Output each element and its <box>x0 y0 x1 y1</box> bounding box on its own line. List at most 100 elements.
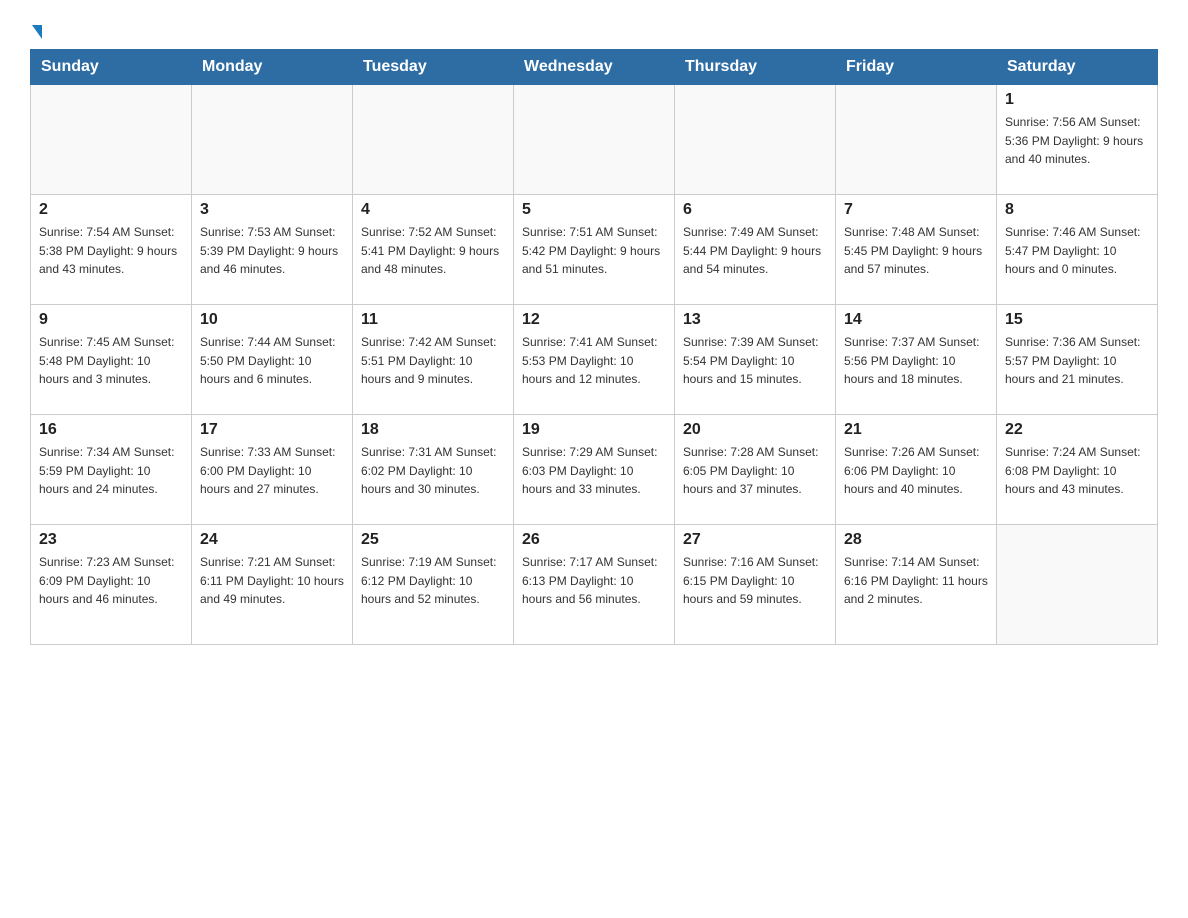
calendar-cell: 10Sunrise: 7:44 AM Sunset: 5:50 PM Dayli… <box>192 305 353 415</box>
day-info: Sunrise: 7:39 AM Sunset: 5:54 PM Dayligh… <box>683 333 827 389</box>
calendar-cell: 28 Sunrise: 7:14 AM Sunset: 6:16 PM Dayli… <box>836 525 997 645</box>
calendar-cell <box>836 85 997 195</box>
day-number: 28 <box>844 531 988 549</box>
logo-arrow-icon <box>32 25 42 39</box>
calendar-cell: 5 Sunrise: 7:51 AM Sunset: 5:42 PM Daylig… <box>514 195 675 305</box>
calendar-cell: 13 Sunrise: 7:39 AM Sunset: 5:54 PM Dayli… <box>675 305 836 415</box>
day-number: 7 <box>844 201 988 219</box>
calendar-cell: 26 Sunrise: 7:17 AM Sunset: 6:13 PM Dayli… <box>514 525 675 645</box>
day-info: Sunrise: 7:26 AM Sunset: 6:06 PM Dayligh… <box>844 443 988 499</box>
calendar-week-2: 2 Sunrise: 7:54 AM Sunset: 5:38 PM Daylig… <box>31 195 1158 305</box>
day-info: Sunrise: 7:28 AM Sunset: 6:05 PM Dayligh… <box>683 443 827 499</box>
calendar-cell <box>514 85 675 195</box>
calendar-cell: 15 Sunrise: 7:36 AM Sunset: 5:57 PM Dayli… <box>997 305 1158 415</box>
calendar-cell: 1 Sunrise: 7:56 AM Sunset: 5:36 PM Daylig… <box>997 85 1158 195</box>
day-info: Sunrise: 7:29 AM Sunset: 6:03 PM Dayligh… <box>522 443 666 499</box>
calendar-cell: 7 Sunrise: 7:48 AM Sunset: 5:45 PM Daylig… <box>836 195 997 305</box>
calendar-cell: 18 Sunrise: 7:31 AM Sunset: 6:02 PM Dayli… <box>353 415 514 525</box>
day-number: 9 <box>39 311 183 329</box>
day-info: Sunrise: 7:23 AM Sunset: 6:09 PM Dayligh… <box>39 553 183 609</box>
day-info: Sunrise: 7:24 AM Sunset: 6:08 PM Dayligh… <box>1005 443 1149 499</box>
day-number: 19 <box>522 421 666 439</box>
day-number: 15 <box>1005 311 1149 329</box>
day-number: 2 <box>39 201 183 219</box>
day-number: 24 <box>200 531 344 549</box>
day-info: Sunrise: 7:49 AM Sunset: 5:44 PM Dayligh… <box>683 223 827 279</box>
day-info: Sunrise: 7:34 AM Sunset: 5:59 PM Dayligh… <box>39 443 183 499</box>
calendar-cell: 17 Sunrise: 7:33 AM Sunset: 6:00 PM Dayli… <box>192 415 353 525</box>
calendar-cell <box>192 85 353 195</box>
calendar-cell <box>675 85 836 195</box>
day-number: 26 <box>522 531 666 549</box>
weekday-header-saturday: Saturday <box>997 50 1158 85</box>
day-info: Sunrise: 7:56 AM Sunset: 5:36 PM Dayligh… <box>1005 113 1149 169</box>
day-info: Sunrise: 7:21 AM Sunset: 6:11 PM Dayligh… <box>200 553 344 609</box>
calendar-cell: 19 Sunrise: 7:29 AM Sunset: 6:03 PM Dayli… <box>514 415 675 525</box>
day-number: 3 <box>200 201 344 219</box>
day-number: 10 <box>200 311 344 329</box>
calendar-cell: 11Sunrise: 7:42 AM Sunset: 5:51 PM Dayli… <box>353 305 514 415</box>
day-info: Sunrise: 7:41 AM Sunset: 5:53 PM Dayligh… <box>522 333 666 389</box>
calendar-week-4: 16Sunrise: 7:34 AM Sunset: 5:59 PM Dayli… <box>31 415 1158 525</box>
day-info: Sunrise: 7:48 AM Sunset: 5:45 PM Dayligh… <box>844 223 988 279</box>
calendar-cell: 25Sunrise: 7:19 AM Sunset: 6:12 PM Dayli… <box>353 525 514 645</box>
calendar-cell <box>353 85 514 195</box>
day-number: 18 <box>361 421 505 439</box>
day-info: Sunrise: 7:46 AM Sunset: 5:47 PM Dayligh… <box>1005 223 1149 279</box>
day-number: 17 <box>200 421 344 439</box>
day-info: Sunrise: 7:17 AM Sunset: 6:13 PM Dayligh… <box>522 553 666 609</box>
day-info: Sunrise: 7:52 AM Sunset: 5:41 PM Dayligh… <box>361 223 505 279</box>
weekday-header-wednesday: Wednesday <box>514 50 675 85</box>
day-number: 23 <box>39 531 183 549</box>
calendar-cell: 9 Sunrise: 7:45 AM Sunset: 5:48 PM Daylig… <box>31 305 192 415</box>
day-info: Sunrise: 7:16 AM Sunset: 6:15 PM Dayligh… <box>683 553 827 609</box>
calendar-cell: 21 Sunrise: 7:26 AM Sunset: 6:06 PM Dayli… <box>836 415 997 525</box>
calendar-cell: 2 Sunrise: 7:54 AM Sunset: 5:38 PM Daylig… <box>31 195 192 305</box>
calendar-cell <box>997 525 1158 645</box>
day-number: 4 <box>361 201 505 219</box>
calendar-week-5: 23 Sunrise: 7:23 AM Sunset: 6:09 PM Dayli… <box>31 525 1158 645</box>
calendar-cell: 22Sunrise: 7:24 AM Sunset: 6:08 PM Dayli… <box>997 415 1158 525</box>
day-info: Sunrise: 7:33 AM Sunset: 6:00 PM Dayligh… <box>200 443 344 499</box>
day-info: Sunrise: 7:54 AM Sunset: 5:38 PM Dayligh… <box>39 223 183 279</box>
weekday-header-row: SundayMondayTuesdayWednesdayThursdayFrid… <box>31 50 1158 85</box>
page-header <box>30 20 1158 39</box>
day-info: Sunrise: 7:14 AM Sunset: 6:16 PM Dayligh… <box>844 553 988 609</box>
weekday-header-friday: Friday <box>836 50 997 85</box>
day-number: 1 <box>1005 91 1149 109</box>
calendar-cell: 14 Sunrise: 7:37 AM Sunset: 5:56 PM Dayli… <box>836 305 997 415</box>
day-number: 14 <box>844 311 988 329</box>
calendar-cell: 4 Sunrise: 7:52 AM Sunset: 5:41 PM Daylig… <box>353 195 514 305</box>
day-info: Sunrise: 7:51 AM Sunset: 5:42 PM Dayligh… <box>522 223 666 279</box>
day-number: 13 <box>683 311 827 329</box>
day-number: 12 <box>522 311 666 329</box>
calendar-week-1: 1 Sunrise: 7:56 AM Sunset: 5:36 PM Daylig… <box>31 85 1158 195</box>
logo <box>30 25 42 39</box>
day-number: 6 <box>683 201 827 219</box>
day-info: Sunrise: 7:36 AM Sunset: 5:57 PM Dayligh… <box>1005 333 1149 389</box>
day-number: 20 <box>683 421 827 439</box>
calendar-cell: 8 Sunrise: 7:46 AM Sunset: 5:47 PM Daylig… <box>997 195 1158 305</box>
weekday-header-sunday: Sunday <box>31 50 192 85</box>
calendar-cell: 12 Sunrise: 7:41 AM Sunset: 5:53 PM Dayli… <box>514 305 675 415</box>
calendar-cell <box>31 85 192 195</box>
calendar-cell: 23 Sunrise: 7:23 AM Sunset: 6:09 PM Dayli… <box>31 525 192 645</box>
day-info: Sunrise: 7:37 AM Sunset: 5:56 PM Dayligh… <box>844 333 988 389</box>
calendar-cell: 27Sunrise: 7:16 AM Sunset: 6:15 PM Dayli… <box>675 525 836 645</box>
day-number: 25 <box>361 531 505 549</box>
calendar-cell: 24 Sunrise: 7:21 AM Sunset: 6:11 PM Dayli… <box>192 525 353 645</box>
day-number: 8 <box>1005 201 1149 219</box>
day-info: Sunrise: 7:31 AM Sunset: 6:02 PM Dayligh… <box>361 443 505 499</box>
calendar-week-3: 9 Sunrise: 7:45 AM Sunset: 5:48 PM Daylig… <box>31 305 1158 415</box>
day-info: Sunrise: 7:45 AM Sunset: 5:48 PM Dayligh… <box>39 333 183 389</box>
day-number: 5 <box>522 201 666 219</box>
calendar-cell: 3 Sunrise: 7:53 AM Sunset: 5:39 PM Daylig… <box>192 195 353 305</box>
calendar-table: SundayMondayTuesdayWednesdayThursdayFrid… <box>30 49 1158 645</box>
day-info: Sunrise: 7:53 AM Sunset: 5:39 PM Dayligh… <box>200 223 344 279</box>
calendar-cell: 16Sunrise: 7:34 AM Sunset: 5:59 PM Dayli… <box>31 415 192 525</box>
weekday-header-thursday: Thursday <box>675 50 836 85</box>
day-info: Sunrise: 7:42 AM Sunset: 5:51 PM Dayligh… <box>361 333 505 389</box>
day-number: 21 <box>844 421 988 439</box>
weekday-header-monday: Monday <box>192 50 353 85</box>
weekday-header-tuesday: Tuesday <box>353 50 514 85</box>
